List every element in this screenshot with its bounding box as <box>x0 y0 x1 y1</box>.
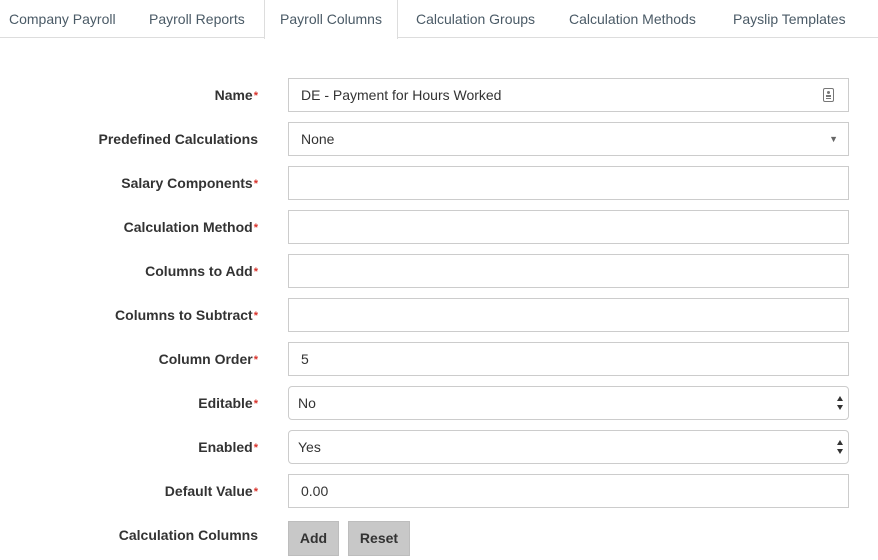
required-marker: * <box>253 90 258 102</box>
default-value-input[interactable]: 0.00 <box>288 474 849 508</box>
editable-value: No <box>298 395 316 411</box>
tab-payslip-templates[interactable]: Payslip Templates <box>733 0 846 38</box>
tab-payroll-columns[interactable]: Payroll Columns <box>264 0 398 39</box>
predefined-calculations-value: None <box>301 131 335 147</box>
columns-to-add-label: Columns to Add* <box>145 263 258 279</box>
editable-label: Editable* <box>198 395 258 411</box>
default-value-value: 0.00 <box>301 483 329 499</box>
enabled-value: Yes <box>298 439 321 455</box>
enabled-select[interactable]: Yes <box>288 430 849 464</box>
updown-arrows-icon <box>837 396 844 410</box>
column-order-value: 5 <box>301 351 309 367</box>
required-marker: * <box>253 266 258 278</box>
required-marker: * <box>253 310 258 322</box>
columns-to-add-input[interactable] <box>288 254 849 288</box>
required-marker: * <box>253 442 258 454</box>
tab-company-payroll[interactable]: Company Payroll <box>9 0 116 38</box>
contact-card-icon[interactable] <box>823 88 834 102</box>
column-order-label: Column Order* <box>158 351 258 367</box>
required-marker: * <box>253 486 258 498</box>
calculation-columns-label: Calculation Columns <box>118 527 258 543</box>
salary-components-label: Salary Components* <box>121 175 258 191</box>
required-marker: * <box>253 398 258 410</box>
add-button[interactable]: Add <box>288 521 339 556</box>
columns-to-subtract-input[interactable] <box>288 298 849 332</box>
calculation-method-input[interactable] <box>288 210 849 244</box>
caret-down-icon: ▼ <box>829 134 838 144</box>
tab-calculation-groups[interactable]: Calculation Groups <box>416 0 535 38</box>
columns-to-subtract-label: Columns to Subtract* <box>115 307 258 323</box>
tab-bar: Company Payroll Payroll Reports Payroll … <box>0 0 878 39</box>
column-order-input[interactable]: 5 <box>288 342 849 376</box>
tab-payroll-reports[interactable]: Payroll Reports <box>149 0 245 38</box>
name-label: Name* <box>214 87 258 103</box>
default-value-label: Default Value* <box>164 483 258 499</box>
required-marker: * <box>253 178 258 190</box>
name-value: DE - Payment for Hours Worked <box>301 87 502 103</box>
enabled-label: Enabled* <box>198 439 258 455</box>
salary-components-input[interactable] <box>288 166 849 200</box>
updown-arrows-icon <box>837 440 844 454</box>
name-input[interactable]: DE - Payment for Hours Worked <box>288 78 849 112</box>
required-marker: * <box>253 354 258 366</box>
tab-calculation-methods[interactable]: Calculation Methods <box>569 0 696 38</box>
predefined-calculations-label: Predefined Calculations <box>98 131 258 147</box>
editable-select[interactable]: No <box>288 386 849 420</box>
predefined-calculations-select[interactable]: None ▼ <box>288 122 849 156</box>
required-marker: * <box>253 222 258 234</box>
calculation-method-label: Calculation Method* <box>123 219 258 235</box>
reset-button[interactable]: Reset <box>348 521 410 556</box>
